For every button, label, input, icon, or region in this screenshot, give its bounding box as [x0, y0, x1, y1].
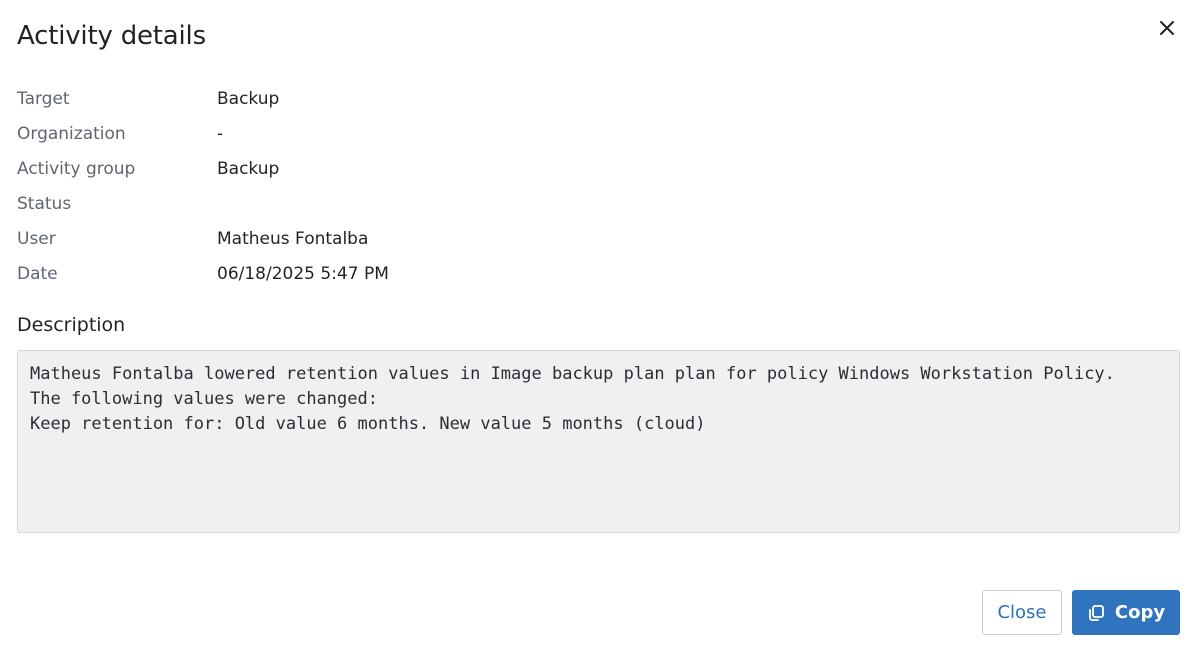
details-list: Target Backup Organization - Activity gr…	[17, 81, 817, 291]
detail-label: Target	[17, 88, 70, 109]
description-heading: Description	[17, 314, 126, 336]
detail-row-status: Status	[17, 186, 817, 221]
detail-label: Date	[17, 263, 58, 284]
detail-value: Backup	[217, 158, 280, 179]
close-icon-glyph	[1160, 21, 1174, 35]
description-line: The following values were changed:	[30, 389, 378, 409]
detail-row-date: Date 06/18/2025 5:47 PM	[17, 256, 817, 291]
detail-label: Status	[17, 193, 72, 214]
detail-label: Activity group	[17, 158, 136, 179]
dialog-title: Activity details	[17, 21, 206, 51]
copy-button[interactable]: Copy	[1072, 590, 1180, 635]
detail-row-user: User Matheus Fontalba	[17, 221, 817, 256]
detail-row-target: Target Backup	[17, 81, 817, 116]
detail-value: -	[217, 123, 224, 144]
detail-label: User	[17, 228, 56, 249]
detail-value: Matheus Fontalba	[217, 228, 369, 249]
detail-value: Backup	[217, 88, 280, 109]
detail-row-organization: Organization -	[17, 116, 817, 151]
detail-value: 06/18/2025 5:47 PM	[217, 263, 389, 284]
description-line: Keep retention for: Old value 6 months. …	[30, 414, 706, 434]
detail-row-activity-group: Activity group Backup	[17, 151, 817, 186]
description-text[interactable]: Matheus Fontalba lowered retention value…	[17, 350, 1180, 533]
copy-icon	[1087, 604, 1105, 622]
description-line: Matheus Fontalba lowered retention value…	[30, 364, 1115, 384]
close-button-label: Close	[997, 602, 1047, 623]
close-icon[interactable]	[1156, 17, 1178, 39]
close-button[interactable]: Close	[982, 590, 1062, 635]
activity-details-dialog: Activity details Target Backup Organizat…	[0, 0, 1204, 654]
copy-button-label: Copy	[1114, 602, 1166, 623]
detail-label: Organization	[17, 123, 126, 144]
